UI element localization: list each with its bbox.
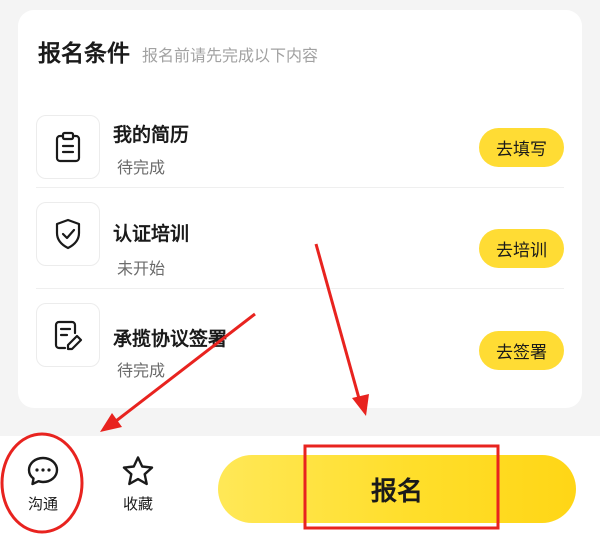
- requirement-status: 未开始: [117, 259, 166, 278]
- bottom-action-bar: 沟通 收藏 报名: [0, 436, 600, 534]
- requirement-row-training: 认证培训 未开始 去培训: [36, 188, 564, 290]
- star-icon: [122, 456, 154, 486]
- shield-check-icon: [36, 202, 100, 266]
- document-edit-icon: [36, 303, 100, 367]
- sign-agreement-button[interactable]: 去签署: [479, 331, 564, 370]
- favorite-tab[interactable]: 收藏: [112, 455, 164, 514]
- card-subtitle: 报名前请先完成以下内容: [142, 46, 319, 65]
- chat-tab[interactable]: 沟通: [18, 455, 68, 514]
- requirement-row-agreement: 承揽协议签署 待完成 去签署: [36, 289, 564, 391]
- fill-resume-button[interactable]: 去填写: [479, 128, 564, 167]
- clipboard-icon: [36, 115, 100, 179]
- start-training-button[interactable]: 去培训: [479, 229, 564, 268]
- requirement-status: 待完成: [117, 158, 166, 177]
- card-header: 报名条件 报名前请先完成以下内容: [38, 34, 318, 68]
- requirement-status: 待完成: [117, 361, 166, 380]
- signup-requirements-card: 报名条件 报名前请先完成以下内容 我的简历 待完成 去填写 认证培训 未开始 去…: [18, 10, 582, 408]
- chat-label: 沟通: [27, 495, 58, 513]
- card-title: 报名条件: [38, 41, 130, 67]
- requirement-title: 承揽协议签署: [113, 328, 228, 350]
- signup-button[interactable]: 报名: [218, 455, 576, 523]
- favorite-label: 收藏: [122, 495, 153, 513]
- requirement-title: 认证培训: [113, 223, 190, 245]
- chat-bubble-icon: [27, 456, 59, 486]
- requirement-title: 我的简历: [113, 124, 190, 146]
- annotation-arrowhead: [100, 413, 122, 432]
